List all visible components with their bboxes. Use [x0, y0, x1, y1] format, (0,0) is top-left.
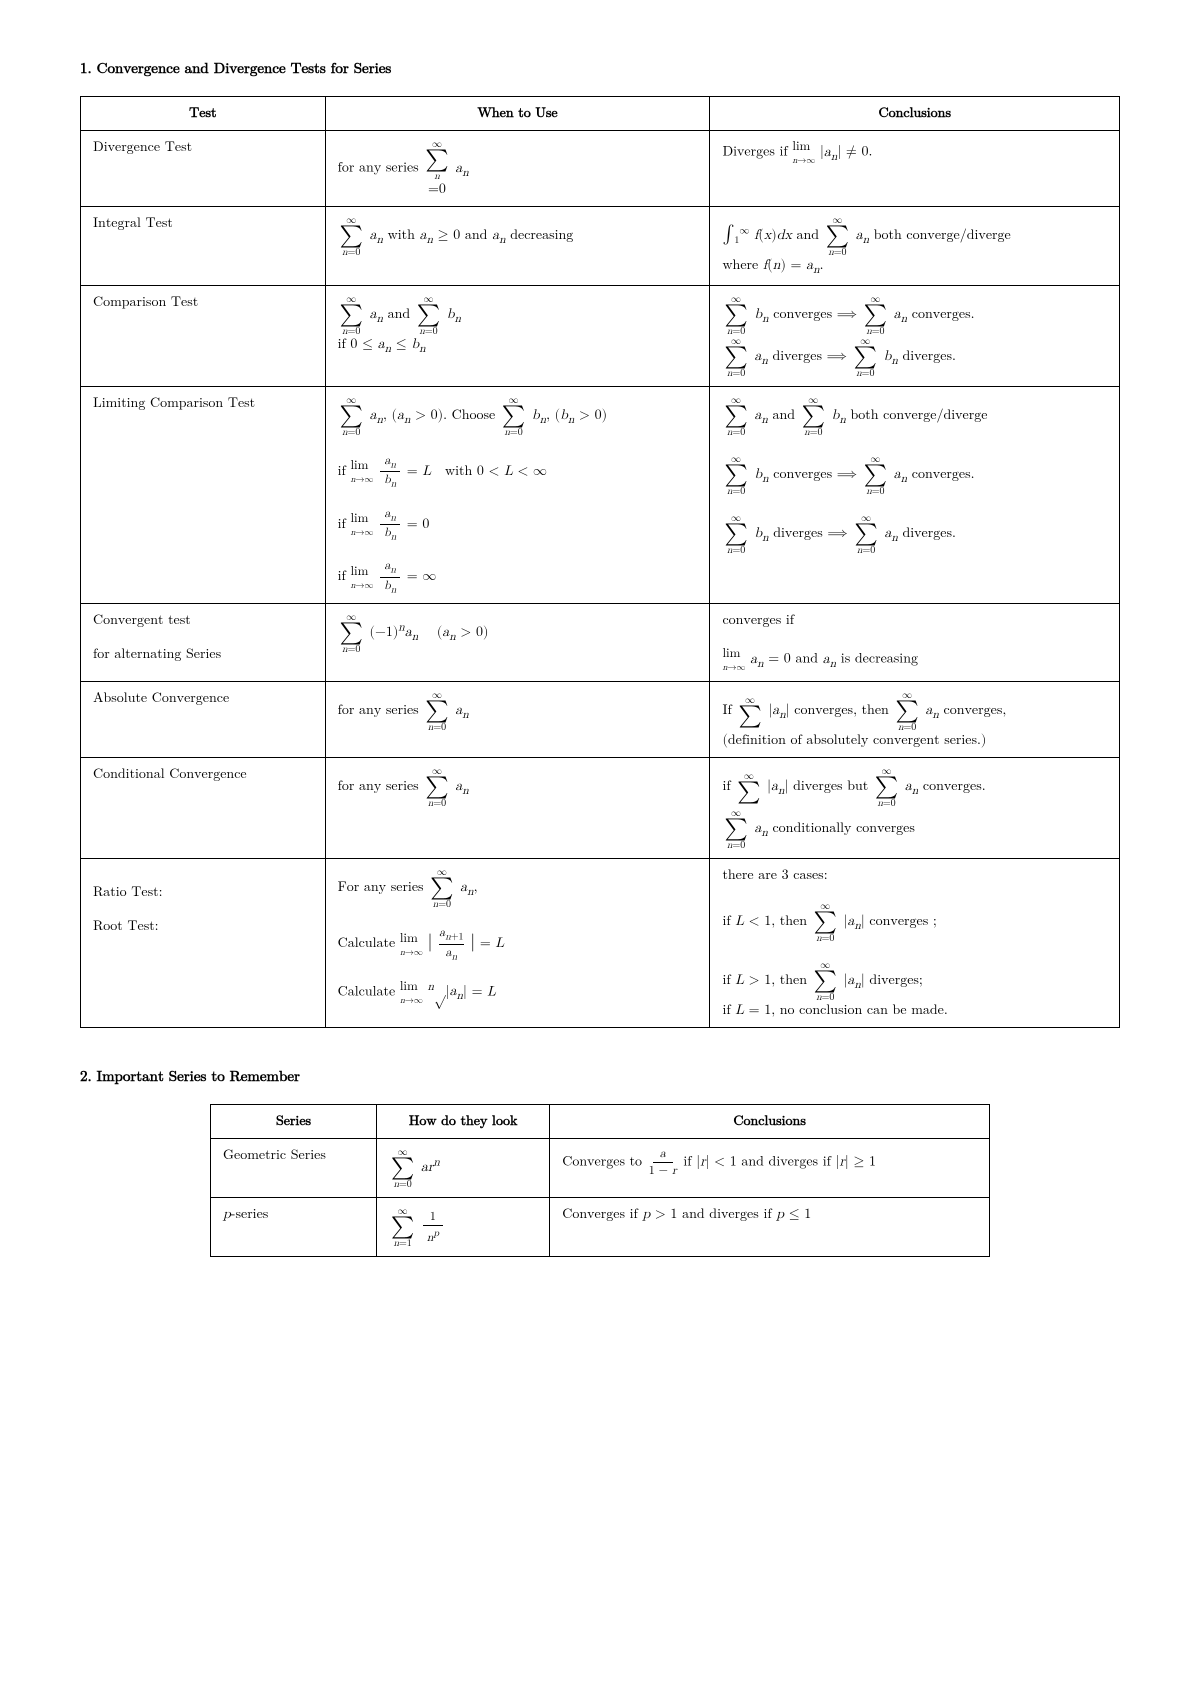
table-row-conditional: Conditional Convergence for any series ∞… — [81, 758, 1120, 859]
conclusion-limiting-comparison: ∞ ∑ n=0 an and ∞ ∑ n=0 bn both converge/… — [710, 386, 1120, 603]
table-row-p-series: p-series ∞ ∑ n=1 1 np Converges if p > 1… — [211, 1198, 990, 1257]
conclusion-conditional: if ∞ ∑ |an| diverges but ∞ ∑ n=0 an conv… — [710, 758, 1120, 859]
test-name-conditional: Conditional Convergence — [81, 758, 326, 859]
col-look: How do they look — [377, 1105, 550, 1139]
conclusion-alternating: converges if lim n→∞ an = 0 and an is de… — [710, 604, 1120, 682]
table-row: Comparison Test ∞ ∑ n=0 an and ∞ ∑ n=0 b… — [81, 285, 1120, 386]
when-absolute: for any series ∞ ∑ n=0 an — [325, 682, 710, 758]
conclusion-integral: ∫1∞ f(x)dx and ∞ ∑ n=0 an both converge/… — [710, 207, 1120, 286]
col-conclusions2: Conclusions — [550, 1105, 990, 1139]
important-series-table: Series How do they look Conclusions Geom… — [210, 1104, 990, 1257]
when-conditional: for any series ∞ ∑ n=0 an — [325, 758, 710, 859]
when-alternating: ∞ ∑ n=0 (−1)nan (an > 0) — [325, 604, 710, 682]
test-name-ratio-root: Ratio Test: Root Test: — [81, 859, 326, 1028]
conclusion-divergence: Diverges if lim n→∞ |an| ≠ 0. — [710, 131, 1120, 207]
conclusion-p-series: Converges if p > 1 and diverges if p ≤ 1 — [550, 1198, 990, 1257]
test-name-absolute: Absolute Convergence — [81, 682, 326, 758]
test-name-divergence: Divergence Test — [81, 131, 326, 207]
table-row-alternating: Convergent test for alternating Series ∞… — [81, 604, 1120, 682]
conclusion-geometric: Converges to a 1 − r if |r| < 1 and dive… — [550, 1139, 990, 1198]
when-ratio-root: For any series ∞ ∑ n=0 an, Calculate lim… — [325, 859, 710, 1028]
table-row-ratio-root: Ratio Test: Root Test: For any series ∞ … — [81, 859, 1120, 1028]
series-name-geometric: Geometric Series — [211, 1139, 377, 1198]
look-p-series: ∞ ∑ n=1 1 np — [377, 1198, 550, 1257]
series-name-p: p-series — [211, 1198, 377, 1257]
look-geometric: ∞ ∑ n=0 arn — [377, 1139, 550, 1198]
convergence-tests-table: Test When to Use Conclusions Divergence … — [80, 96, 1120, 1028]
table-row: Integral Test ∞ ∑ n=0 an with an ≥ 0 and… — [81, 207, 1120, 286]
col-test: Test — [81, 97, 326, 131]
test-name-limiting-comparison: Limiting Comparison Test — [81, 386, 326, 603]
when-integral: ∞ ∑ n=0 an with an ≥ 0 and an decreasing — [325, 207, 710, 286]
col-series: Series — [211, 1105, 377, 1139]
col-conclusions: Conclusions — [710, 97, 1120, 131]
conclusion-absolute: If ∞ ∑ |an| converges, then ∞ ∑ n=0 an c… — [710, 682, 1120, 758]
section2-title: 2. Important Series to Remember — [80, 1068, 1120, 1086]
col-when: When to Use — [325, 97, 710, 131]
table-row: Divergence Test for any series ∞ ∑ n=0 a… — [81, 131, 1120, 207]
table-row-absolute: Absolute Convergence for any series ∞ ∑ … — [81, 682, 1120, 758]
table-row-limiting-comparison: Limiting Comparison Test ∞ ∑ n=0 an, (an… — [81, 386, 1120, 603]
table-row-geometric: Geometric Series ∞ ∑ n=0 arn Converges t… — [211, 1139, 990, 1198]
test-name-alternating: Convergent test for alternating Series — [81, 604, 326, 682]
when-comparison: ∞ ∑ n=0 an and ∞ ∑ n=0 bn if 0 ≤ an ≤ bn — [325, 285, 710, 386]
test-name-comparison: Comparison Test — [81, 285, 326, 386]
conclusion-comparison: ∞ ∑ n=0 bn converges ⟹ ∞ ∑ n=0 an conver… — [710, 285, 1120, 386]
conclusion-ratio-root: there are 3 cases: if L < 1, then ∞ ∑ n=… — [710, 859, 1120, 1028]
section1-title: 1. Convergence and Divergence Tests for … — [80, 60, 1120, 78]
test-name-integral: Integral Test — [81, 207, 326, 286]
when-divergence: for any series ∞ ∑ n=0 an — [325, 131, 710, 207]
when-limiting-comparison: ∞ ∑ n=0 an, (an > 0). Choose ∞ ∑ n=0 bn,… — [325, 386, 710, 603]
